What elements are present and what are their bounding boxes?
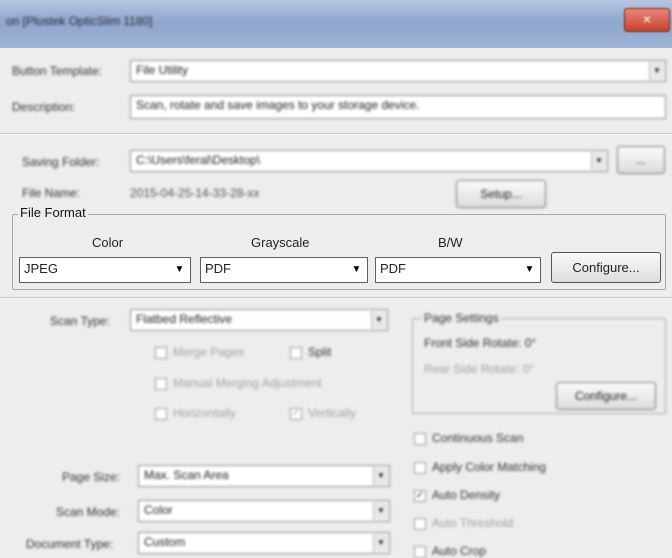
auto-threshold-option[interactable]: Auto Threshold <box>414 516 513 530</box>
chevron-down-icon: ▼ <box>373 467 388 485</box>
document-type-label: Document Type: <box>26 537 114 551</box>
grayscale-label: Grayscale <box>251 235 310 250</box>
saving-folder-dropdown[interactable]: C:\Users\feral\Desktop\ ▼ <box>130 150 608 172</box>
split-label: Split <box>308 345 332 359</box>
auto-threshold-label: Auto Threshold <box>432 516 514 530</box>
vertically-option[interactable]: ✓ Vertically <box>290 406 356 420</box>
continuous-scan-option[interactable]: Continuous Scan <box>414 431 523 445</box>
description-field[interactable]: Scan, rotate and save images to your sto… <box>130 95 666 119</box>
apply-color-matching-label: Apply Color Matching <box>432 460 547 474</box>
bw-format-value: PDF <box>380 261 406 276</box>
setup-button[interactable]: Setup... <box>456 180 546 208</box>
page-size-dropdown[interactable]: Max. Scan Area ▼ <box>138 465 390 487</box>
divider <box>0 297 672 299</box>
saving-folder-value: C:\Users\feral\Desktop\ <box>136 153 261 167</box>
divider <box>0 133 672 135</box>
auto-density-label: Auto Density <box>432 488 501 502</box>
scan-type-value: Flatbed Reflective <box>136 312 233 326</box>
title-bar: on [Plustek OpticSlim 1180] × <box>0 0 672 48</box>
page-size-value: Max. Scan Area <box>144 468 229 482</box>
auto-threshold-checkbox[interactable] <box>414 517 426 530</box>
color-format-dropdown[interactable]: JPEG ▼ <box>19 257 191 283</box>
chevron-down-icon: ▼ <box>521 260 538 280</box>
manual-merging-checkbox[interactable] <box>155 377 167 390</box>
grayscale-format-value: PDF <box>205 261 231 276</box>
auto-density-checkbox[interactable]: ✓ <box>414 489 426 502</box>
chevron-down-icon: ▼ <box>373 502 388 520</box>
front-rotate-text: Front Side Rotate: 0° <box>424 336 537 350</box>
file-name-value: 2015-04-25-14-33-28-xx <box>130 186 260 200</box>
apply-color-matching-option[interactable]: Apply Color Matching <box>414 460 546 474</box>
chevron-down-icon: ▼ <box>373 534 388 552</box>
color-label: Color <box>92 235 124 250</box>
color-format-value: JPEG <box>24 261 58 276</box>
auto-crop-option[interactable]: Auto Crop <box>414 544 486 558</box>
continuous-scan-label: Continuous Scan <box>432 431 524 445</box>
merge-pages-label: Merge Pages <box>173 345 245 359</box>
vertically-radio[interactable]: ✓ <box>290 407 302 420</box>
close-button[interactable]: × <box>624 8 670 32</box>
split-option[interactable]: Split <box>290 345 331 359</box>
browse-button[interactable]: ... <box>617 146 665 174</box>
merge-pages-option[interactable]: Merge Pages <box>155 345 244 359</box>
page-configure-button[interactable]: Configure... <box>556 382 656 410</box>
format-configure-button[interactable]: Configure... <box>551 252 661 283</box>
auto-crop-checkbox[interactable] <box>414 545 426 558</box>
button-template-value: File Utility <box>136 63 189 77</box>
chevron-down-icon: ▼ <box>649 62 664 80</box>
horizontally-label: Horizontally <box>173 406 236 420</box>
document-type-value: Custom <box>144 535 186 549</box>
chevron-down-icon: ▼ <box>371 311 386 329</box>
chevron-down-icon: ▼ <box>591 152 606 170</box>
scan-type-label: Scan Type: <box>50 314 110 328</box>
horizontally-option[interactable]: Horizontally <box>155 406 236 420</box>
manual-merging-option[interactable]: Manual Merging Adjustment <box>155 376 322 390</box>
scan-type-dropdown[interactable]: Flatbed Reflective ▼ <box>130 309 388 331</box>
document-type-dropdown[interactable]: Custom ▼ <box>138 532 390 554</box>
continuous-scan-checkbox[interactable] <box>414 432 426 445</box>
bw-label: B/W <box>438 235 463 250</box>
auto-density-option[interactable]: ✓ Auto Density <box>414 488 500 502</box>
scan-mode-dropdown[interactable]: Color ▼ <box>138 500 390 522</box>
description-value: Scan, rotate and save images to your sto… <box>136 98 420 112</box>
rear-rotate-text: Rear Side Rotate: 0° <box>424 362 535 376</box>
file-name-label: File Name: <box>22 186 81 200</box>
apply-color-matching-checkbox[interactable] <box>414 461 426 474</box>
window-title: on [Plustek OpticSlim 1180] <box>6 14 153 28</box>
file-format-legend: File Format <box>18 205 88 220</box>
button-template-dropdown[interactable]: File Utility ▼ <box>130 60 666 82</box>
chevron-down-icon: ▼ <box>348 260 365 280</box>
page-size-label: Page Size: <box>62 470 121 484</box>
vertically-label: Vertically <box>308 406 357 420</box>
description-label: Description: <box>12 100 76 114</box>
split-checkbox[interactable] <box>290 346 302 359</box>
saving-folder-label: Saving Folder: <box>22 155 100 169</box>
auto-crop-label: Auto Crop <box>432 544 487 558</box>
manual-merging-label: Manual Merging Adjustment <box>173 376 322 390</box>
scan-mode-label: Scan Mode: <box>56 505 121 519</box>
grayscale-format-dropdown[interactable]: PDF ▼ <box>200 257 368 283</box>
page-settings-title: Page Settings <box>422 311 501 325</box>
merge-pages-checkbox[interactable] <box>155 346 167 359</box>
bw-format-dropdown[interactable]: PDF ▼ <box>375 257 541 283</box>
scan-mode-value: Color <box>144 503 173 517</box>
button-template-label: Button Template: <box>12 64 102 78</box>
horizontally-radio[interactable] <box>155 407 167 420</box>
chevron-down-icon: ▼ <box>171 260 188 280</box>
